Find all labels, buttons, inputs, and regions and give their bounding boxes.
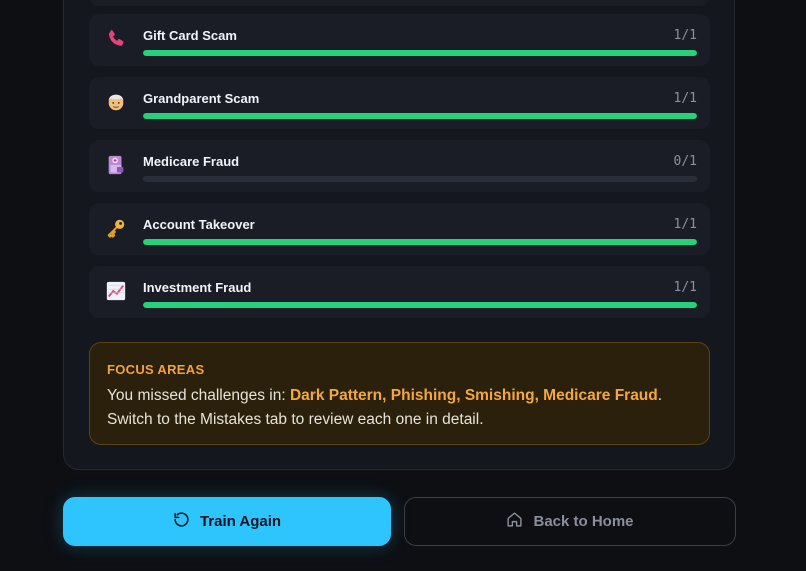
progress-count: 1/1 (673, 91, 697, 106)
back-to-home-button[interactable]: Back to Home (404, 497, 736, 546)
progress-row-account-takeover: Account Takeover 1/1 (89, 203, 710, 255)
progress-count: 1/1 (673, 280, 697, 295)
focus-prefix: You missed challenges in: (107, 387, 290, 404)
progress-label: Medicare Fraud (143, 154, 240, 169)
train-again-label: Train Again (199, 513, 282, 530)
progress-row-investment-fraud: Investment Fraud 1/1 (89, 266, 710, 318)
progress-count: 0/1 (673, 154, 697, 169)
progress-fill (143, 113, 697, 119)
focus-areas-title: FOCUS AREAS (107, 362, 205, 377)
train-again-button[interactable]: Train Again (63, 497, 391, 546)
progress-row-medicare-fraud: Medicare Fraud 0/1 (89, 140, 710, 192)
progress-row-grandparent-scam: Grandparent Scam 1/1 (89, 77, 710, 129)
progress-bar (143, 302, 697, 308)
older-person-icon (105, 91, 127, 113)
progress-fill (143, 302, 697, 308)
progress-bar (143, 113, 697, 119)
progress-count: 1/1 (673, 217, 697, 232)
focus-areas-card: FOCUS AREAS You missed challenges in: Da… (89, 342, 710, 445)
progress-bar (143, 239, 697, 245)
progress-label: Grandparent Scam (143, 91, 260, 106)
progress-fill (143, 239, 697, 245)
progress-row-gift-card-scam: Gift Card Scam 1/1 (89, 14, 710, 66)
back-to-home-label: Back to Home (533, 513, 634, 530)
focus-areas-text: You missed challenges in: Dark Pattern, … (107, 384, 697, 432)
progress-label: Account Takeover (143, 217, 255, 232)
progress-bar (143, 50, 697, 56)
progress-row-partial (89, 0, 710, 6)
progress-label: Investment Fraud (143, 280, 252, 295)
home-icon (506, 511, 523, 532)
progress-label: Gift Card Scam (143, 28, 237, 43)
progress-fill (143, 50, 697, 56)
chart-up-icon (105, 280, 127, 302)
progress-count: 1/1 (673, 28, 697, 43)
key-icon (105, 217, 127, 239)
phone-icon (105, 28, 127, 50)
missed-categories: Dark Pattern, Phishing, Smishing, Medica… (289, 387, 658, 404)
refresh-icon (173, 511, 190, 532)
progress-bar (143, 176, 697, 182)
medical-card-icon (105, 154, 127, 176)
